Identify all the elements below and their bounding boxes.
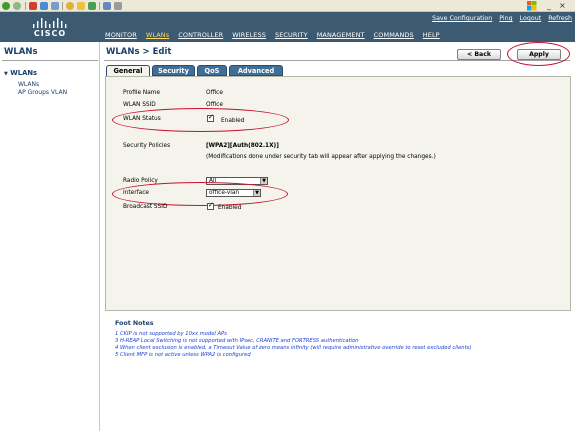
close-button[interactable]: × — [559, 0, 566, 12]
nav-help[interactable]: HELP — [423, 31, 440, 41]
save-configuration-link[interactable]: Save Configuration — [432, 15, 492, 25]
broadcast-ssid-enabled-label: Enabled — [218, 205, 242, 211]
app-header: CISCO Save Configuration Ping Logout Ref… — [0, 12, 575, 42]
title-divider — [104, 60, 570, 61]
windows-flag-icon — [527, 1, 537, 11]
cisco-bars-icon — [33, 18, 67, 28]
history-icon[interactable] — [88, 2, 96, 10]
cisco-wordmark: CISCO — [33, 29, 67, 38]
sidebar: WLANs ▼ WLANs WLANs AP Groups VLAN — [0, 42, 100, 431]
broadcast-ssid-checkbox[interactable] — [207, 201, 214, 210]
sidebar-item-wlans[interactable]: WLANs — [18, 81, 39, 88]
minimize-button[interactable]: _ — [547, 0, 551, 12]
nav-wireless[interactable]: WIRELESS — [232, 31, 266, 41]
cisco-logo: CISCO — [30, 15, 70, 39]
search-icon[interactable] — [66, 2, 74, 10]
tab-advanced[interactable]: Advanced — [229, 65, 283, 76]
profile-name-label: Profile Name — [123, 90, 160, 96]
refresh-link[interactable]: Refresh — [548, 15, 572, 25]
back-button[interactable]: < Back — [457, 49, 501, 60]
nav-controller[interactable]: CONTROLLER — [178, 31, 223, 41]
sidebar-root-label: WLANs — [10, 69, 38, 77]
page-title: WLANs > Edit — [106, 47, 172, 57]
back-arrow-icon[interactable] — [2, 2, 10, 10]
top-links: Save Configuration Ping Logout Refresh — [432, 15, 572, 25]
footnote-item: 1 CKIP is not supported by 10xx model AP… — [115, 331, 227, 337]
nav-commands[interactable]: COMMANDS — [374, 31, 414, 41]
toolbar-separator — [99, 2, 100, 10]
interface-highlight-ring — [112, 182, 288, 206]
print-icon[interactable] — [114, 2, 122, 10]
favorites-icon[interactable] — [77, 2, 85, 10]
security-policies-label: Security Policies — [123, 143, 171, 149]
main-nav: MONITOR WLANs CONTROLLER WIRELESS SECURI… — [105, 31, 440, 41]
footnote-item: 4 When client exclusion is enabled, a Ti… — [115, 345, 472, 351]
sidebar-divider — [2, 60, 98, 61]
security-policies-note: (Modifications done under security tab w… — [206, 154, 436, 160]
footnotes-title: Foot Notes — [115, 320, 154, 327]
nav-wlans[interactable]: WLANs — [146, 31, 169, 41]
nav-management[interactable]: MANAGEMENT — [317, 31, 365, 41]
ping-link[interactable]: Ping — [499, 15, 512, 25]
broadcast-ssid-label: Broadcast SSID — [123, 204, 168, 210]
wlan-status-highlight-ring — [112, 108, 289, 132]
mail-icon[interactable] — [103, 2, 111, 10]
home-icon[interactable] — [51, 2, 59, 10]
toolbar-separator — [62, 2, 63, 10]
refresh-icon[interactable] — [40, 2, 48, 10]
sidebar-title: WLANs — [4, 47, 38, 57]
footnote-item: 3 H-REAP Local Switching is not supporte… — [115, 338, 359, 344]
toolbar-separator — [25, 2, 26, 10]
wlan-ssid-label: WLAN SSID — [123, 102, 156, 108]
profile-name-value: Office — [206, 90, 223, 96]
tab-security[interactable]: Security — [152, 65, 195, 76]
browser-toolbar: _ × — [0, 0, 575, 12]
forward-arrow-icon[interactable] — [13, 2, 21, 10]
apply-highlight-ring — [507, 42, 570, 66]
stop-icon[interactable] — [29, 2, 37, 10]
sidebar-item-wlans-root[interactable]: ▼ WLANs — [4, 69, 37, 77]
tab-qos[interactable]: QoS — [197, 65, 227, 76]
sidebar-item-ap-groups-vlan[interactable]: AP Groups VLAN — [18, 89, 67, 96]
logout-link[interactable]: Logout — [520, 15, 542, 25]
nav-security[interactable]: SECURITY — [275, 31, 308, 41]
footnote-item: 5 Client MFP is not active unless WPA2 i… — [115, 352, 251, 358]
nav-monitor[interactable]: MONITOR — [105, 31, 137, 41]
expand-arrow-icon[interactable]: ▼ — [4, 71, 8, 77]
security-policies-value: [WPA2][Auth(802.1X)] — [206, 143, 279, 149]
dropdown-arrow-icon[interactable]: ▼ — [260, 178, 267, 184]
